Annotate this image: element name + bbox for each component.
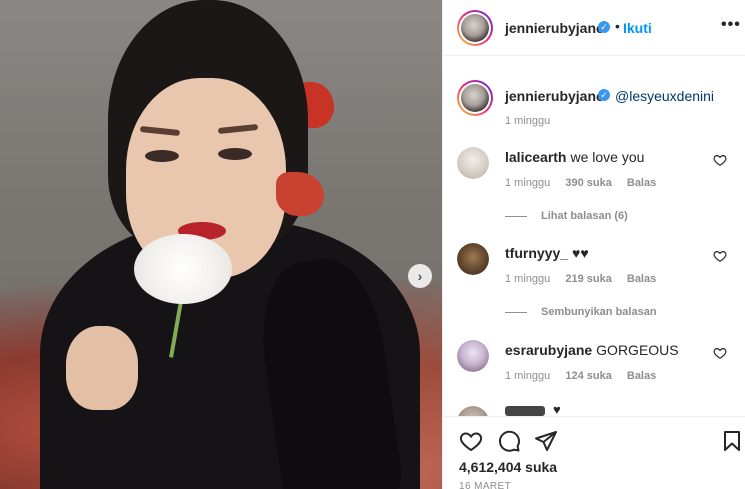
more-options-icon[interactable]: ••• — [721, 16, 741, 34]
comment-like-count[interactable]: 124 suka — [565, 370, 611, 382]
photo-hand — [66, 326, 138, 410]
partial-comment-item: ♥ — [443, 400, 745, 416]
hide-replies-toggle[interactable]: Sembunyikan balasan — [505, 306, 657, 318]
reply-button[interactable]: Balas — [627, 273, 656, 285]
post-like-count[interactable]: 4,612,404 suka — [459, 459, 557, 475]
like-comment-heart-icon[interactable] — [713, 249, 727, 263]
comment-timestamp[interactable]: 1 minggu — [505, 177, 550, 189]
post-date[interactable]: 16 MARET — [459, 481, 511, 489]
comment-item: tfurnyyy_ ♥♥ 1 minggu 219 suka Balas — [443, 243, 745, 313]
comment-like-count[interactable]: 390 suka — [565, 177, 611, 189]
view-replies-label: Lihat balasan (6) — [541, 210, 628, 222]
comment-meta: 1 minggu 124 suka Balas — [505, 370, 668, 382]
comment-text: tfurnyyy_ ♥♥ — [505, 245, 589, 261]
photo-right-eye — [218, 148, 252, 160]
post-actions-bar: 4,612,404 suka 16 MARET — [443, 416, 745, 489]
comment-body: ♥♥ — [572, 245, 589, 261]
hide-replies-label: Sembunyikan balasan — [541, 306, 657, 318]
like-comment-heart-icon[interactable] — [713, 346, 727, 360]
like-heart-icon[interactable] — [459, 429, 483, 453]
commenter-username[interactable]: esrarubyjane — [505, 342, 592, 358]
post-header: jennierubyjane ✓ • Ikuti ••• — [443, 0, 745, 56]
share-send-icon[interactable] — [534, 429, 558, 453]
post-photo[interactable]: › — [0, 0, 442, 489]
caption-username[interactable]: jennierubyjane — [505, 88, 604, 104]
commenter-avatar[interactable] — [457, 406, 489, 416]
post-side-panel: jennierubyjane ✓ • Ikuti ••• jennierubyj… — [442, 0, 745, 489]
comment-bubble-icon[interactable] — [497, 429, 521, 453]
comment-body: we love you — [570, 149, 645, 165]
comment-timestamp[interactable]: 1 minggu — [505, 370, 550, 382]
partial-username-blur — [505, 406, 545, 416]
comment-text: esrarubyjane GORGEOUS — [505, 342, 679, 358]
comment-meta: 1 minggu 390 suka Balas — [505, 177, 668, 189]
comment-meta: 1 minggu 219 suka Balas — [505, 273, 668, 285]
reply-button[interactable]: Balas — [627, 177, 656, 189]
save-bookmark-icon[interactable] — [720, 429, 744, 453]
like-comment-heart-icon[interactable] — [713, 153, 727, 167]
photo-neck-bow — [276, 172, 324, 216]
follow-button[interactable]: Ikuti — [623, 20, 652, 36]
author-username[interactable]: jennierubyjane — [505, 20, 604, 36]
caption-mention-link[interactable]: @lesyeuxdenini — [615, 88, 714, 104]
commenter-avatar[interactable] — [457, 243, 489, 275]
commenter-username[interactable]: lalicearth — [505, 149, 566, 165]
caption-timestamp[interactable]: 1 minggu — [505, 115, 550, 127]
comment-timestamp[interactable]: 1 minggu — [505, 273, 550, 285]
comment-like-count[interactable]: 219 suka — [565, 273, 611, 285]
commenter-avatar[interactable] — [457, 340, 489, 372]
verified-badge-icon: ✓ — [598, 89, 610, 101]
reply-button[interactable]: Balas — [627, 370, 656, 382]
author-avatar[interactable] — [457, 10, 493, 46]
caption-avatar[interactable] — [457, 80, 493, 116]
comment-body: GORGEOUS — [596, 342, 679, 358]
next-photo-button[interactable]: › — [408, 264, 432, 288]
photo-flower — [134, 234, 232, 304]
commenter-username[interactable]: tfurnyyy_ — [505, 245, 568, 261]
separator-dot: • — [615, 18, 620, 34]
view-replies-toggle[interactable]: Lihat balasan (6) — [505, 210, 628, 222]
comment-item: lalicearth we love you 1 minggu 390 suka … — [443, 147, 745, 217]
partial-comment-text: ♥ — [553, 402, 561, 416]
photo-left-eye — [145, 150, 179, 162]
comment-text: lalicearth we love you — [505, 149, 644, 165]
commenter-avatar[interactable] — [457, 147, 489, 179]
verified-badge-icon: ✓ — [598, 21, 610, 33]
